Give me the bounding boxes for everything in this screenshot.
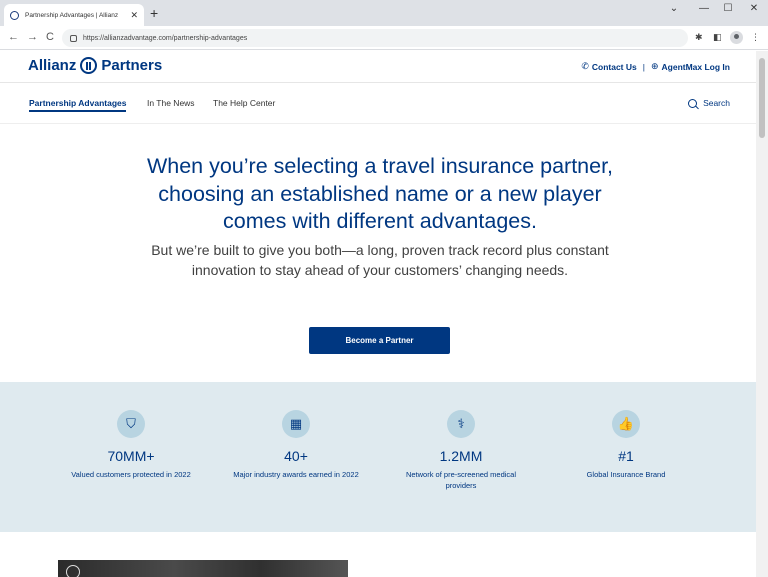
stat-value: 1.2MM: [439, 448, 483, 464]
tab-search-icon[interactable]: ⌄: [662, 3, 686, 14]
stat-label: Global Insurance Brand: [586, 470, 666, 479]
tab-close-icon[interactable]: ✕: [130, 10, 138, 21]
url-field[interactable]: https://allianzadvantage.com/partnership…: [62, 29, 688, 47]
contact-us-link[interactable]: Contact Us: [592, 62, 637, 72]
address-bar: ← → C https://allianzadvantage.com/partn…: [0, 26, 768, 50]
stat-value: 70MM+: [107, 448, 155, 464]
site-info-icon[interactable]: [70, 34, 77, 42]
favicon-icon: [10, 10, 19, 20]
become-partner-button[interactable]: Become a Partner: [309, 327, 450, 354]
new-tab-button[interactable]: +: [150, 6, 158, 20]
stat-value: 40+: [284, 448, 308, 464]
search-button[interactable]: Search: [688, 98, 730, 108]
stat-awards: ▦ 40+ Major industry awards earned in 20…: [221, 410, 371, 480]
stats-band: ⛉ 70MM+ Valued customers protected in 20…: [0, 382, 756, 532]
search-label: Search: [703, 98, 730, 108]
reload-button[interactable]: C: [46, 31, 54, 43]
hero-subtitle: But we’re built to give you both—a long,…: [151, 242, 609, 278]
brand-name: Allianz: [28, 57, 77, 74]
stat-label: Valued customers protected in 2022: [71, 470, 191, 479]
maximize-button[interactable]: ☐: [716, 3, 740, 14]
brand-suffix: Partners: [101, 57, 163, 74]
utility-links: ✆ Contact Us | ⊕ AgentMax Log In: [581, 61, 730, 72]
allianz-partners-logo[interactable]: Allianz Partners: [28, 57, 162, 74]
stat-providers: ⚕ 1.2MM Network of pre-screened medical …: [386, 410, 536, 491]
browser-menu-icon[interactable]: ⋮: [751, 32, 760, 43]
web-page: Allianz Partners ✆ Contact Us | ⊕ AgentM…: [0, 51, 756, 577]
nav-partnership-advantages[interactable]: Partnership Advantages: [29, 98, 127, 112]
tab-title: Partnership Advantages | Allianz: [25, 11, 119, 19]
browser-tab[interactable]: Partnership Advantages | Allianz ✕: [4, 4, 144, 26]
stat-brand: 👍 #1 Global Insurance Brand: [551, 410, 701, 480]
feature-image: [58, 560, 348, 577]
browser-tabstrip: Partnership Advantages | Allianz ✕ + ⌄ —…: [0, 0, 768, 26]
nav-help-center[interactable]: The Help Center: [213, 98, 275, 108]
stat-value: #1: [618, 448, 634, 464]
site-header: Allianz Partners ✆ Contact Us | ⊕ AgentM…: [0, 51, 756, 83]
allianz-eagle-icon: [80, 57, 98, 74]
close-window-button[interactable]: ✕: [742, 3, 766, 14]
hero-title: When you’re selecting a travel insurance…: [146, 154, 614, 233]
globe-icon: ⊕: [650, 61, 659, 71]
utility-separator: |: [642, 61, 645, 72]
side-panel-icon[interactable]: ◧: [713, 32, 722, 43]
nav-in-the-news[interactable]: In The News: [147, 98, 195, 108]
calendar-icon: ▦: [282, 410, 310, 438]
scrollbar-thumb[interactable]: [759, 58, 765, 138]
thumbs-up-icon: 👍: [612, 410, 640, 438]
extensions-icon[interactable]: ✱: [695, 32, 703, 43]
forward-button[interactable]: →: [27, 31, 38, 43]
stat-label: Network of pre-screened medical provider…: [405, 470, 517, 490]
agentmax-login-link[interactable]: AgentMax Log In: [662, 62, 730, 72]
shield-icon: ⛉: [117, 410, 145, 438]
stat-label: Major industry awards earned in 2022: [233, 470, 359, 479]
url-text: https://allianzadvantage.com/partnership…: [83, 34, 248, 42]
main-nav: Partnership Advantages In The News The H…: [0, 84, 756, 124]
allianz-logo-icon: [66, 565, 80, 577]
stat-customers: ⛉ 70MM+ Valued customers protected in 20…: [56, 410, 206, 480]
back-button[interactable]: ←: [8, 31, 19, 43]
phone-icon: ✆: [581, 61, 589, 71]
profile-avatar[interactable]: [730, 31, 743, 44]
minimize-button[interactable]: —: [692, 3, 716, 14]
stethoscope-icon: ⚕: [447, 410, 475, 438]
search-icon: [688, 98, 698, 108]
